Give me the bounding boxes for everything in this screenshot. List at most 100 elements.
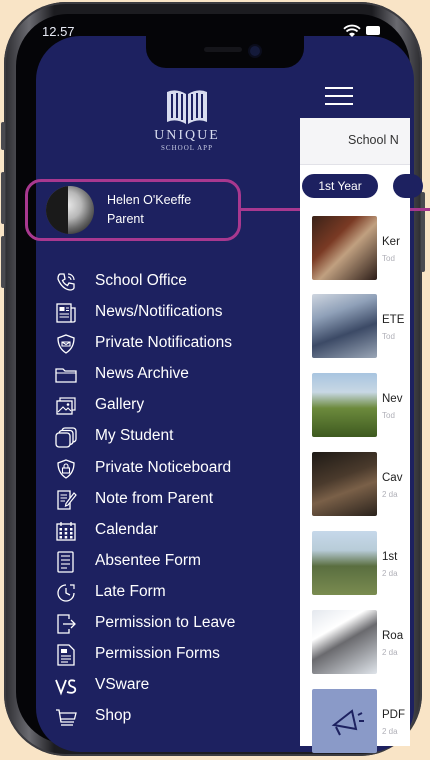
news-title: Cav xyxy=(382,472,403,484)
news-date: 2 da xyxy=(382,648,398,657)
mute-switch xyxy=(1,122,5,150)
exit-icon xyxy=(57,614,76,634)
news-thumbnail xyxy=(312,610,377,674)
menu-item-vsware[interactable]: VSware xyxy=(55,670,285,701)
news-title: Roa xyxy=(382,630,404,642)
news-title: 1st xyxy=(382,551,398,563)
power-button xyxy=(421,192,425,272)
logo-name: UNIQUE xyxy=(154,128,220,143)
front-camera xyxy=(250,46,260,56)
menu-item-my-student[interactable]: My Student xyxy=(55,421,285,452)
volume-up-button xyxy=(1,172,5,224)
chip-1st-year[interactable]: 1st Year xyxy=(302,174,378,198)
form-icon xyxy=(57,551,74,573)
logo-subtitle: SCHOOL APP xyxy=(161,144,213,152)
news-thumbnail xyxy=(312,452,377,516)
hamburger-menu-icon[interactable] xyxy=(325,87,353,107)
news-date: Tod xyxy=(382,254,395,263)
gallery-icon xyxy=(56,397,76,416)
news-title: PDF xyxy=(382,709,405,721)
status-time: 12.57 xyxy=(42,24,75,39)
menu-item-calendar[interactable]: Calendar xyxy=(55,515,285,546)
menu-item-label: Permission Forms xyxy=(95,645,220,663)
newspaper-icon xyxy=(56,303,76,323)
profile-card[interactable]: Helen O'Keeffe Parent xyxy=(25,179,241,241)
app-logo: UNIQUE SCHOOL APP xyxy=(137,86,237,152)
volume-down-button xyxy=(1,236,5,288)
news-item[interactable]: 1st 2 da xyxy=(300,531,410,601)
menu-item-news-notifications[interactable]: News/Notifications xyxy=(55,297,285,328)
stack-icon xyxy=(55,427,77,449)
note-icon xyxy=(57,490,77,510)
news-title: ETE xyxy=(382,314,405,326)
menu-item-private-noticeboard[interactable]: Private Noticeboard xyxy=(55,453,285,484)
menu-item-label: Shop xyxy=(95,707,132,725)
panel-title: School N xyxy=(348,133,399,147)
news-thumbnail xyxy=(312,294,377,358)
shield-icon xyxy=(57,334,75,354)
news-thumbnail xyxy=(312,531,377,595)
notch xyxy=(146,36,304,68)
menu-item-label: VSware xyxy=(95,676,150,694)
clock-icon xyxy=(57,584,75,602)
drawer-menu: School Office News/Notifications Private… xyxy=(55,266,285,732)
news-item[interactable]: Roa 2 da xyxy=(300,610,410,680)
book-logo-icon xyxy=(167,90,207,124)
menu-item-label: Calendar xyxy=(95,520,158,538)
news-title: Ker xyxy=(382,236,400,248)
menu-item-label: School Office xyxy=(95,272,187,289)
news-date: 2 da xyxy=(382,727,398,736)
battery-icon xyxy=(366,26,380,35)
speaker-grille xyxy=(204,47,242,52)
megaphone-icon xyxy=(331,709,364,736)
news-thumbnail xyxy=(312,689,377,753)
wifi-icon xyxy=(343,24,361,37)
menu-item-private-notifications[interactable]: Private Notifications xyxy=(55,328,285,359)
menu-item-note-from-parent[interactable]: Note from Parent xyxy=(55,484,285,515)
profile-role: Parent xyxy=(107,212,144,226)
panel-header: School N xyxy=(300,118,410,165)
menu-item-shop[interactable]: Shop xyxy=(55,701,285,732)
phone-icon xyxy=(57,273,75,291)
shield-lock-icon xyxy=(57,458,75,479)
news-item[interactable]: Cav 2 da xyxy=(300,452,410,522)
news-thumbnail xyxy=(312,373,377,437)
news-thumbnail xyxy=(312,216,377,280)
news-item[interactable]: PDF 2 da xyxy=(300,689,410,759)
cart-icon xyxy=(56,709,77,726)
chip-next[interactable] xyxy=(393,174,423,198)
menu-item-label: Private Noticeboard xyxy=(95,458,232,476)
menu-item-late-form[interactable]: Late Form xyxy=(55,577,285,608)
menu-item-permission-forms[interactable]: Permission Forms xyxy=(55,639,285,670)
news-date: 2 da xyxy=(382,569,398,578)
menu-item-news-archive[interactable]: News Archive xyxy=(55,359,285,390)
news-item[interactable]: Nev Tod xyxy=(300,373,410,443)
menu-item-label: Late Form xyxy=(95,582,166,600)
menu-item-label: Gallery xyxy=(95,396,145,414)
news-item[interactable]: ETE Tod xyxy=(300,294,410,364)
profile-name: Helen O'Keeffe xyxy=(107,193,192,207)
content-panel: School N 1st Year Ker Tod ETE Tod Nev To… xyxy=(300,118,423,753)
news-date: Tod xyxy=(382,411,395,420)
menu-item-label: News/Notifications xyxy=(95,303,223,321)
avatar xyxy=(46,186,94,234)
calendar-icon xyxy=(56,521,76,541)
menu-item-school-office[interactable]: School Office xyxy=(55,266,285,297)
document-icon xyxy=(57,644,75,666)
menu-item-label: Absentee Form xyxy=(95,551,201,569)
menu-item-label: Private Notifications xyxy=(95,334,232,352)
menu-item-label: My Student xyxy=(95,427,174,445)
menu-item-label: Permission to Leave xyxy=(95,614,236,632)
folder-icon xyxy=(55,368,77,383)
news-date: 2 da xyxy=(382,490,398,499)
menu-item-absentee-form[interactable]: Absentee Form xyxy=(55,546,285,577)
filter-chips: 1st Year xyxy=(300,174,423,200)
menu-item-permission-to-leave[interactable]: Permission to Leave xyxy=(55,608,285,639)
menu-item-label: News Archive xyxy=(95,365,189,383)
menu-item-gallery[interactable]: Gallery xyxy=(55,390,285,421)
vsware-icon xyxy=(55,679,77,696)
news-item[interactable]: Ker Tod xyxy=(300,216,410,286)
news-title: Nev xyxy=(382,393,403,405)
news-date: Tod xyxy=(382,332,395,341)
menu-item-label: Note from Parent xyxy=(95,489,214,507)
